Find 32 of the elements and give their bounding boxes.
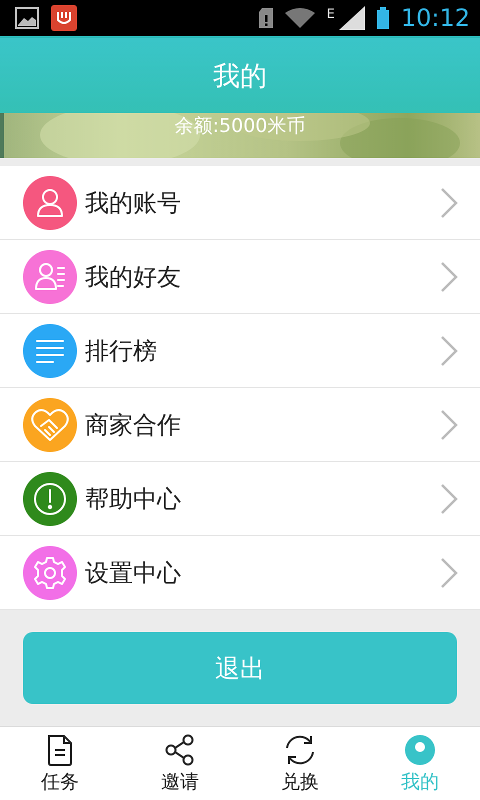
chevron-icon [440, 482, 458, 514]
menu-label: 商家合作 [85, 410, 182, 440]
chevron-icon [440, 186, 458, 218]
menu-item[interactable]: 排行榜 [0, 314, 480, 388]
menu-label: 我的账号 [85, 188, 182, 218]
wifi-icon [284, 8, 315, 28]
refresh-icon [283, 732, 317, 766]
menu-label: 设置中心 [85, 558, 182, 588]
chevron-icon [440, 408, 458, 440]
app-icon [51, 5, 77, 31]
chevron-icon [440, 556, 458, 588]
balance-text: 余额:5000米币 [174, 114, 306, 139]
menu-item[interactable]: 我的账号 [0, 166, 480, 240]
network-type: E [326, 7, 335, 22]
nav-tab[interactable]: 兑换 [240, 727, 360, 800]
signal-icon [338, 6, 365, 30]
menu-item[interactable]: 商家合作 [0, 388, 480, 462]
chevron-icon [440, 260, 458, 292]
clock: 10:12 [400, 4, 470, 32]
chevron-icon [440, 334, 458, 366]
menu-item[interactable]: 帮助中心 [0, 462, 480, 536]
menu-label: 帮助中心 [85, 484, 182, 514]
menu-label: 排行榜 [85, 336, 158, 366]
sd-card-icon [258, 8, 273, 28]
battery-icon [376, 7, 389, 29]
menu-label: 我的好友 [85, 262, 182, 292]
menu-item[interactable]: 我的好友 [0, 240, 480, 314]
image-icon [15, 7, 39, 29]
nav-tab[interactable]: 任务 [0, 727, 120, 800]
menu-item[interactable]: 设置中心 [0, 536, 480, 610]
page-title: 我的 [213, 60, 267, 94]
nav-tab[interactable]: 邀请 [120, 727, 240, 800]
